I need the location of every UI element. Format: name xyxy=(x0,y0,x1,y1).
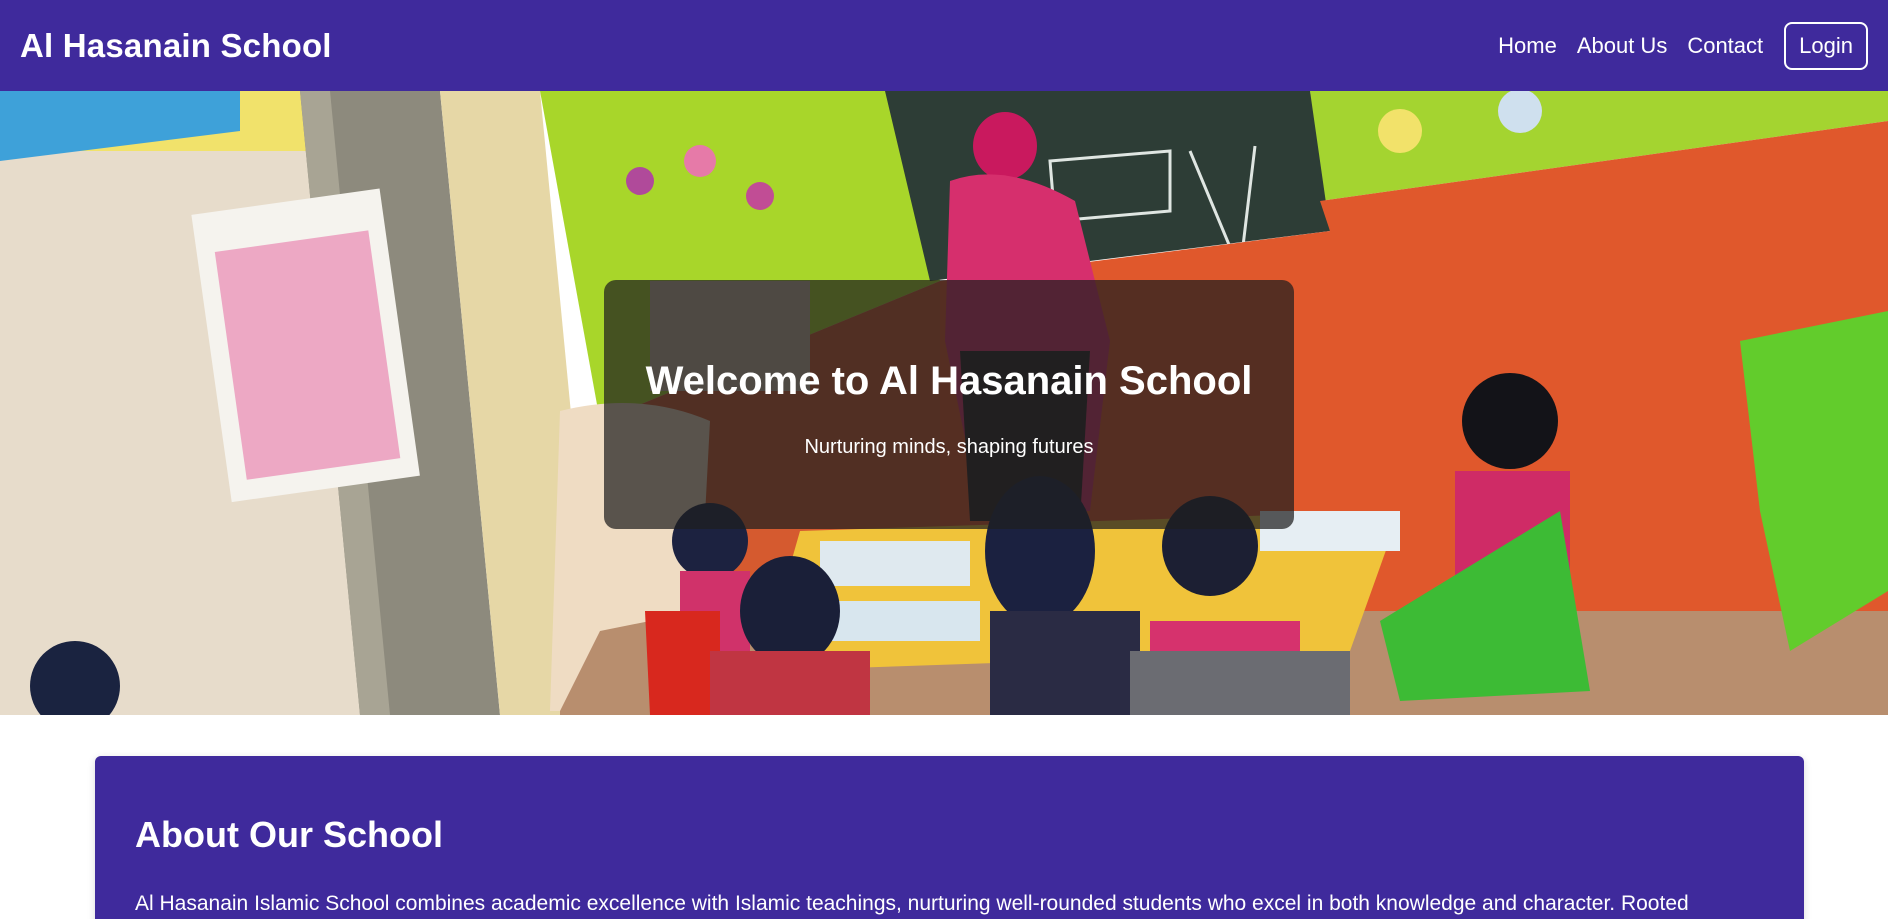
photo-wall-circle xyxy=(1498,91,1542,133)
photo-child-head xyxy=(740,556,840,666)
photo-wall-circle xyxy=(684,145,716,177)
nav-link-contact[interactable]: Contact xyxy=(1687,33,1763,59)
hero-title: Welcome to Al Hasanain School xyxy=(645,359,1253,403)
photo-wall-circle xyxy=(626,167,654,195)
nav-links: Home About Us Contact Login xyxy=(1498,21,1868,70)
nav-link-about-us[interactable]: About Us xyxy=(1577,33,1668,59)
about-section: About Our School Al Hasanain Islamic Sch… xyxy=(95,756,1804,919)
site-brand[interactable]: Al Hasanain School xyxy=(20,27,332,65)
nav-link-home[interactable]: Home xyxy=(1498,33,1557,59)
photo-wall-circle xyxy=(746,182,774,210)
photo-teacher-head xyxy=(973,112,1037,180)
login-button[interactable]: Login xyxy=(1784,21,1868,70)
photo-wall-circle xyxy=(1378,109,1422,153)
photo-open-book xyxy=(820,541,970,586)
photo-backpack xyxy=(1130,651,1350,715)
hero-subtitle: Nurturing minds, shaping futures xyxy=(804,436,1094,458)
about-title: About Our School xyxy=(135,814,443,855)
photo-child-body xyxy=(990,611,1140,715)
hero-overlay: Welcome to Al Hasanain School Nurturing … xyxy=(604,280,1294,529)
photo-backpack xyxy=(710,651,870,715)
photo-red-chair xyxy=(645,611,720,715)
about-text: Al Hasanain Islamic School combines acad… xyxy=(135,892,1689,915)
top-navbar: Al Hasanain School Home About Us Contact… xyxy=(0,0,1888,91)
hero-section: Welcome to Al Hasanain School Nurturing … xyxy=(0,91,1888,715)
photo-child-head xyxy=(1462,373,1558,469)
photo-open-book xyxy=(830,601,980,641)
photo-poster-grid xyxy=(214,230,401,480)
